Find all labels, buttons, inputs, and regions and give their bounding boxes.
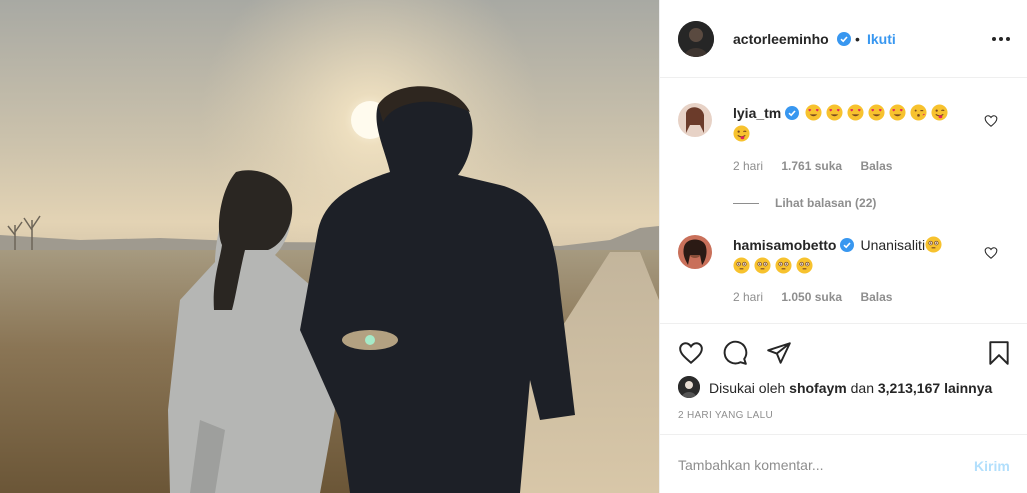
- post-panel: actorleeminho • Ikuti lyia_tm 2 hari 1.7…: [659, 0, 1027, 493]
- post-actions: Disukai oleh shofaym dan 3,213,167 lainn…: [660, 323, 1027, 493]
- comment-text: Unanisaliti: [860, 237, 926, 253]
- liker-avatar[interactable]: [678, 376, 700, 398]
- post-header: actorleeminho • Ikuti: [660, 0, 1027, 78]
- author-avatar[interactable]: [678, 21, 714, 57]
- commenter-avatar[interactable]: [678, 235, 712, 269]
- post-photo[interactable]: [0, 0, 659, 493]
- heart-eyes-emoji-icon: [868, 104, 885, 121]
- more-icon[interactable]: [991, 31, 1011, 47]
- heart-eyes-emoji-icon: [889, 104, 906, 121]
- comment-likes[interactable]: 1.761 suka: [781, 159, 842, 173]
- flushed-emoji-icon: [925, 236, 942, 253]
- like-heart-icon[interactable]: [678, 340, 704, 366]
- post-date[interactable]: 2 HARI YANG LALU: [678, 410, 773, 421]
- like-comment-heart-icon[interactable]: [984, 114, 998, 128]
- liked-by-suffix[interactable]: lainnya: [944, 380, 992, 396]
- kissing-emoji-icon: [910, 104, 927, 121]
- header-separator: •: [855, 31, 860, 47]
- author-username[interactable]: actorleeminho: [733, 31, 829, 47]
- like-comment-heart-icon[interactable]: [984, 246, 998, 260]
- commenter-avatar[interactable]: [678, 103, 712, 137]
- commenter-username[interactable]: lyia_tm: [733, 105, 781, 121]
- add-comment-bar: Kirim: [660, 434, 1027, 493]
- heart-eyes-emoji-icon: [847, 104, 864, 121]
- share-paper-plane-icon[interactable]: [766, 340, 792, 366]
- comment-input[interactable]: [678, 457, 948, 473]
- flushed-emoji-icon: [775, 257, 792, 274]
- wink-tongue-emoji-icon: [733, 125, 750, 142]
- liked-by-count[interactable]: 3,213,167: [878, 380, 940, 396]
- comment-time[interactable]: 2 hari: [733, 290, 763, 304]
- reply-button[interactable]: Balas: [860, 290, 892, 304]
- liked-by-prefix: Disukai oleh: [709, 380, 786, 396]
- flushed-emoji-icon: [796, 257, 813, 274]
- verified-badge-icon: [785, 106, 800, 120]
- comment-meta: 2 hari 1.761 suka Balas: [733, 159, 907, 173]
- view-replies-label: Lihat balasan (22): [775, 196, 877, 210]
- wink-tongue-emoji-icon: [931, 104, 948, 121]
- flushed-emoji-icon: [733, 257, 750, 274]
- heart-eyes-emoji-icon: [805, 104, 822, 121]
- reply-button[interactable]: Balas: [860, 159, 892, 173]
- save-bookmark-icon[interactable]: [986, 340, 1012, 366]
- comment-time[interactable]: 2 hari: [733, 159, 763, 173]
- comment-likes[interactable]: 1.050 suka: [781, 290, 842, 304]
- liked-by-and: dan: [850, 380, 874, 396]
- post-comment-button[interactable]: Kirim: [974, 458, 1010, 474]
- view-replies-button[interactable]: Lihat balasan (22): [733, 196, 876, 210]
- comment-bubble-icon[interactable]: [722, 340, 748, 366]
- verified-badge-icon: [840, 238, 855, 252]
- commenter-username[interactable]: hamisamobetto: [733, 237, 836, 253]
- photo-image: [0, 0, 659, 493]
- heart-eyes-emoji-icon: [826, 104, 843, 121]
- replies-divider: [733, 203, 759, 205]
- follow-button[interactable]: Ikuti: [867, 31, 896, 47]
- flushed-emoji-icon: [754, 257, 771, 274]
- comment-meta: 2 hari 1.050 suka Balas: [733, 290, 907, 304]
- verified-badge-icon: [837, 32, 851, 46]
- liked-by-user[interactable]: shofaym: [789, 380, 847, 396]
